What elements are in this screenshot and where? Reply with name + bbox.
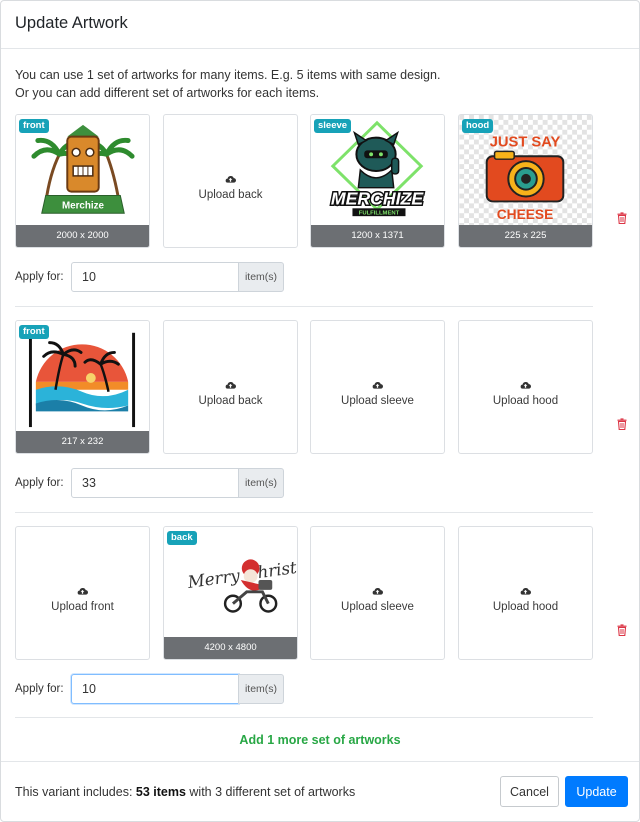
set-divider bbox=[15, 717, 593, 718]
apply-for-label: Apply for: bbox=[15, 271, 64, 283]
set-3-back-artwork[interactable]: Merry Christmas back 4200 x 4800 bbox=[163, 526, 298, 660]
set-1-upload-back[interactable]: Upload back bbox=[163, 114, 298, 248]
sleeve-logo-text: MERCHIZE bbox=[331, 188, 424, 208]
summary-prefix: This variant includes: bbox=[15, 785, 136, 799]
set-3-apply-for-group: Apply for: item(s) bbox=[15, 674, 284, 704]
set-1-front-artwork[interactable]: Merchize front 2000 x 2000 bbox=[15, 114, 150, 248]
intro-text: You can use 1 set of artworks for many i… bbox=[15, 66, 440, 102]
summary-item-count: 53 items bbox=[135, 785, 186, 799]
artwork-side-badge: front bbox=[19, 119, 49, 133]
set-divider bbox=[15, 512, 593, 513]
artwork-dimensions: 217 x 232 bbox=[16, 431, 149, 453]
items-unit-addon: item(s) bbox=[238, 468, 284, 498]
artwork-dimensions: 1200 x 1371 bbox=[311, 225, 444, 247]
cloud-upload-icon bbox=[164, 379, 297, 391]
artwork-side-badge: hood bbox=[462, 119, 494, 133]
artwork-side-badge: back bbox=[167, 531, 197, 545]
delete-set-3-trash-icon[interactable] bbox=[617, 624, 627, 636]
set-3-upload-hood[interactable]: Upload hood bbox=[458, 526, 593, 660]
summary-suffix: with 3 different set of artworks bbox=[185, 785, 356, 799]
add-more-artwork-set-link[interactable]: Add 1 more set of artworks bbox=[1, 733, 639, 747]
set-2-upload-back[interactable]: Upload back bbox=[163, 320, 298, 454]
modal-body: You can use 1 set of artworks for many i… bbox=[1, 50, 639, 761]
modal-footer: This variant includes: 53 items with 3 d… bbox=[1, 761, 639, 821]
set-1-hood-artwork[interactable]: JUST SAY CHEESE hood 225 x 225 bbox=[458, 114, 593, 248]
upload-label: Upload back bbox=[198, 395, 263, 407]
hood-top-text: JUST SAY bbox=[490, 134, 561, 150]
artwork-side-badge: sleeve bbox=[314, 119, 352, 133]
cloud-upload-icon bbox=[164, 173, 297, 185]
upload-label: Upload hood bbox=[492, 395, 559, 407]
intro-line-2: Or you can add different set of artworks… bbox=[15, 86, 320, 100]
cloud-upload-icon bbox=[16, 585, 149, 597]
set-2-apply-for-group: Apply for: item(s) bbox=[15, 468, 284, 498]
set-divider bbox=[15, 306, 593, 307]
items-unit-addon: item(s) bbox=[238, 674, 284, 704]
artwork-dimensions: 4200 x 4800 bbox=[164, 637, 297, 659]
apply-for-label: Apply for: bbox=[15, 477, 64, 489]
upload-label: Upload sleeve bbox=[341, 395, 414, 407]
items-unit-addon: item(s) bbox=[238, 262, 284, 292]
cloud-upload-icon bbox=[459, 585, 592, 597]
upload-label: Upload sleeve bbox=[341, 601, 414, 613]
modal-header: Update Artwork bbox=[1, 1, 639, 49]
set-1-apply-for-group: Apply for: item(s) bbox=[15, 262, 284, 292]
cloud-upload-icon bbox=[311, 379, 444, 391]
variant-summary: This variant includes: 53 items with 3 d… bbox=[15, 785, 355, 799]
set-3-quantity-input[interactable] bbox=[71, 674, 239, 704]
cancel-button[interactable]: Cancel bbox=[500, 776, 559, 807]
artwork-dimensions: 2000 x 2000 bbox=[16, 225, 149, 247]
upload-label: Upload back bbox=[198, 189, 263, 201]
artwork-side-badge: front bbox=[19, 325, 49, 339]
delete-set-1-trash-icon[interactable] bbox=[617, 212, 627, 224]
set-2-upload-hood[interactable]: Upload hood bbox=[458, 320, 593, 454]
update-button[interactable]: Update bbox=[565, 776, 628, 807]
svg-text:Merchize: Merchize bbox=[62, 200, 105, 211]
cloud-upload-icon bbox=[311, 585, 444, 597]
set-3-upload-sleeve[interactable]: Upload sleeve bbox=[310, 526, 445, 660]
set-2-upload-sleeve[interactable]: Upload sleeve bbox=[310, 320, 445, 454]
set-3-upload-front[interactable]: Upload front bbox=[15, 526, 150, 660]
set-2-quantity-input[interactable] bbox=[71, 468, 239, 498]
set-1-sleeve-artwork[interactable]: MERCHIZE FULFILLMENT sleeve 1200 x 1371 bbox=[310, 114, 445, 248]
upload-label: Upload hood bbox=[492, 601, 559, 613]
cloud-upload-icon bbox=[459, 379, 592, 391]
intro-line-1: You can use 1 set of artworks for many i… bbox=[15, 68, 441, 82]
sleeve-logo-subtext: FULFILLMENT bbox=[359, 211, 400, 217]
set-2-front-artwork[interactable]: front 217 x 232 bbox=[15, 320, 150, 454]
upload-label: Upload front bbox=[51, 601, 114, 613]
set-1-quantity-input[interactable] bbox=[71, 262, 239, 292]
delete-set-2-trash-icon[interactable] bbox=[617, 418, 627, 430]
update-artwork-modal: Update Artwork You can use 1 set of artw… bbox=[0, 0, 640, 822]
hood-bottom-text: CHEESE bbox=[497, 207, 554, 222]
modal-title: Update Artwork bbox=[15, 14, 128, 32]
artwork-dimensions: 225 x 225 bbox=[459, 225, 592, 247]
apply-for-label: Apply for: bbox=[15, 683, 64, 695]
